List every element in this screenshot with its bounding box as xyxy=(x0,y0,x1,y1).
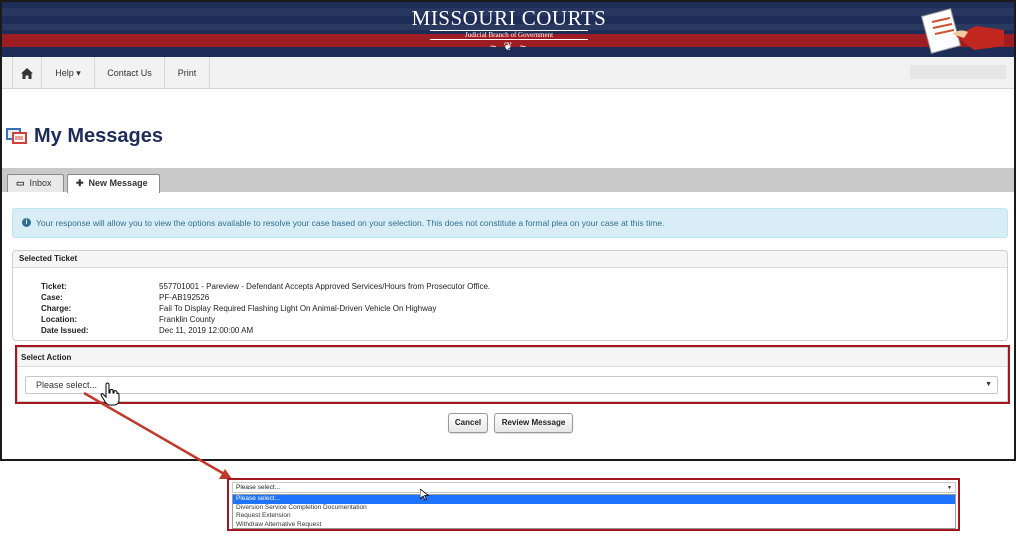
print-link[interactable]: Print xyxy=(165,57,210,89)
ticket-row: Location: Franklin County xyxy=(13,314,993,325)
top-navbar: Help ▾ Contact Us Print xyxy=(2,57,1014,89)
select-value: Please select... xyxy=(36,380,98,390)
site-banner: MISSOURI COURTS Judicial Branch of Gover… xyxy=(2,2,1014,57)
tab-inbox[interactable]: ▭ Inbox xyxy=(7,174,64,192)
ticket-row: Ticket: 557701001 - Pareview - Defendant… xyxy=(13,281,993,292)
dropdown-options: Please select... Diversion Service Compl… xyxy=(232,494,956,529)
tab-new-message[interactable]: ✚ New Message xyxy=(67,174,160,193)
alert-text: Your response will allow you to view the… xyxy=(36,218,665,228)
missouri-courts-logo[interactable]: MISSOURI COURTS Judicial Branch of Gover… xyxy=(400,6,618,54)
field-value: Dec 11, 2019 12:00:00 AM xyxy=(159,326,254,335)
help-menu[interactable]: Help ▾ xyxy=(42,57,95,89)
selected-ticket-panel: Selected Ticket Ticket: 557701001 - Pare… xyxy=(12,250,1008,341)
inbox-icon: ▭ xyxy=(16,178,25,188)
info-icon: i xyxy=(22,218,31,228)
field-label: Location: xyxy=(41,315,77,324)
field-value: Fail To Display Required Flashing Light … xyxy=(159,304,437,313)
chevron-down-icon: ▼ xyxy=(985,381,992,388)
messages-icon xyxy=(6,128,27,144)
contact-us-link[interactable]: Contact Us xyxy=(95,57,165,89)
dropdown-option[interactable]: Request Extension xyxy=(233,512,955,521)
dropdown-select[interactable]: Please select... ▼ xyxy=(232,482,956,493)
tab-label: Inbox xyxy=(29,178,52,188)
field-label: Case: xyxy=(41,293,63,302)
tab-label: New Message xyxy=(88,178,148,188)
ticket-row: Date Issued: Dec 11, 2019 12:00:00 AM xyxy=(13,325,993,336)
cancel-button[interactable]: Cancel xyxy=(448,413,488,433)
panel-heading: Selected Ticket xyxy=(13,251,1007,268)
logo-main-text: MISSOURI COURTS xyxy=(411,6,607,30)
logo-ornament: ~ ❦ ~ xyxy=(489,41,529,53)
ticket-row: Charge: Fail To Display Required Flashin… xyxy=(13,303,993,314)
field-label: Charge: xyxy=(41,304,72,313)
select-value: Please select... xyxy=(236,484,281,491)
field-label: Ticket: xyxy=(41,282,67,291)
hand-cursor-icon xyxy=(100,382,120,406)
field-value: 557701001 - Pareview - Defendant Accepts… xyxy=(159,282,491,291)
dropdown-option[interactable]: Diversion Service Completion Documentati… xyxy=(233,504,955,513)
document-hand-icon xyxy=(920,8,1004,54)
select-action-panel: Select Action Please select... ▼ xyxy=(17,347,1008,402)
review-message-button[interactable]: Review Message xyxy=(494,413,573,433)
select-action-highlight: Select Action Please select... ▼ xyxy=(15,345,1010,404)
field-value: PF-AB192526 xyxy=(159,293,210,302)
dropdown-option[interactable]: Please select... xyxy=(233,495,955,504)
tab-bar: ▭ Inbox ✚ New Message xyxy=(2,168,1014,193)
user-account-area[interactable] xyxy=(910,65,1006,79)
chevron-down-icon: ▼ xyxy=(947,485,952,491)
home-button[interactable] xyxy=(12,57,42,89)
page-title: My Messages xyxy=(34,125,163,147)
dropdown-option[interactable]: Withdraw Alternative Request xyxy=(233,521,955,530)
info-alert: i Your response will allow you to view th… xyxy=(12,208,1008,238)
action-select[interactable]: Please select... ▼ xyxy=(25,376,998,394)
pointer-cursor-icon xyxy=(420,489,430,501)
ticket-row: Case: PF-AB192526 xyxy=(13,292,993,303)
field-label: Date Issued: xyxy=(41,326,89,335)
dropdown-callout: Please select... ▼ Please select... Dive… xyxy=(227,478,960,531)
field-value: Franklin County xyxy=(159,315,216,324)
panel-heading: Select Action xyxy=(18,348,1007,367)
home-icon xyxy=(21,68,33,80)
logo-sub-text: Judicial Branch of Government xyxy=(430,30,588,40)
plus-icon: ✚ xyxy=(76,178,84,188)
app-window: MISSOURI COURTS Judicial Branch of Gover… xyxy=(0,0,1016,461)
